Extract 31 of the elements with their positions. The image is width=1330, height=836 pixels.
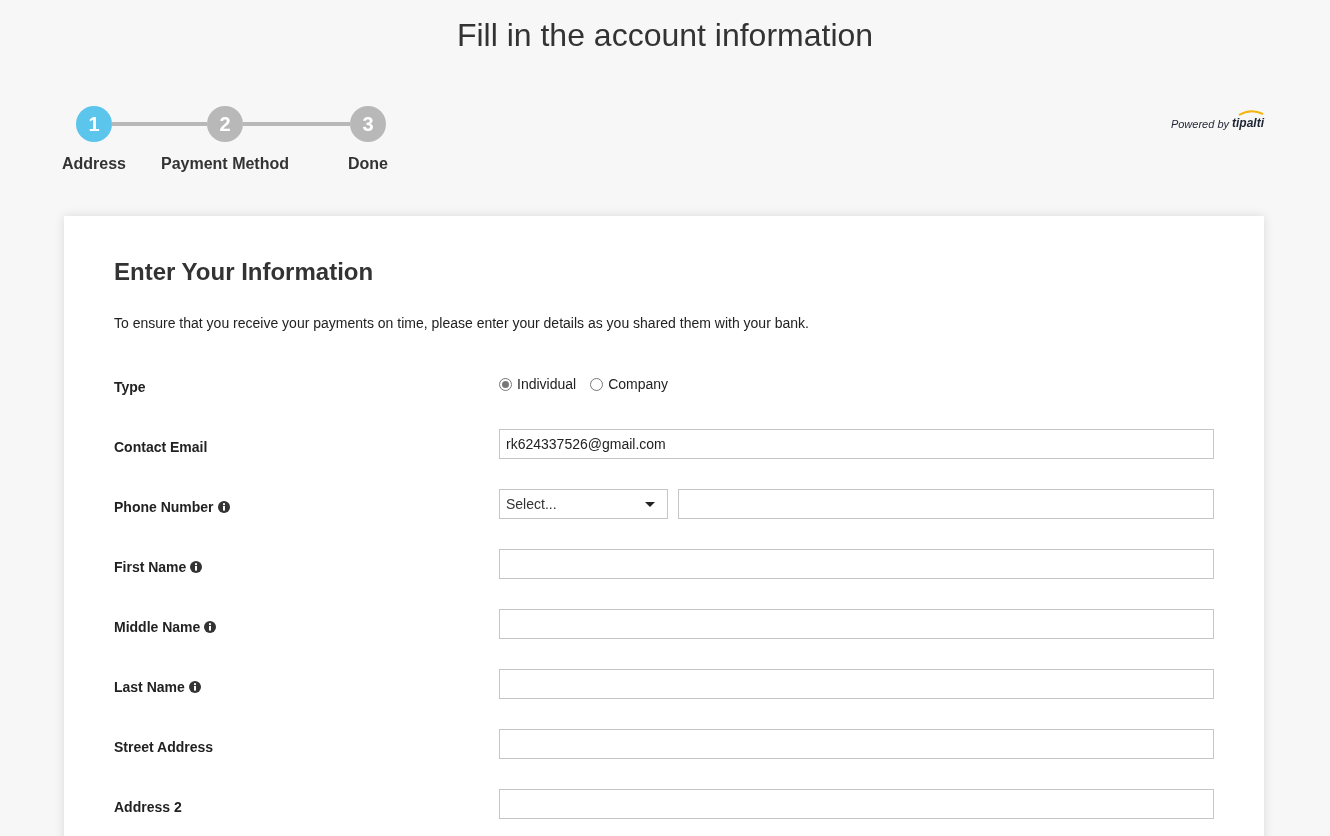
text-field[interactable] (499, 729, 1214, 760)
step-label: Payment Method (161, 154, 289, 175)
field-label: Contact Email (114, 437, 208, 457)
form-heading: Enter Your Information (114, 258, 375, 288)
info-icon[interactable] (204, 621, 217, 634)
field-label: Type (114, 377, 146, 397)
text-field[interactable] (499, 669, 1214, 700)
field-label: Phone Number (114, 497, 214, 517)
caret-icon (645, 501, 655, 507)
step-label: Done (348, 154, 388, 175)
radio-option[interactable]: Individual (499, 373, 577, 395)
info-icon[interactable] (217, 501, 230, 514)
field-label: Middle Name (114, 617, 201, 637)
field-label: First Name (114, 557, 187, 577)
page-title: Fill in the account information (455, 16, 875, 55)
powered-by-text: Powered by (1170, 116, 1229, 132)
field-label: Address 2 (114, 797, 182, 817)
text-field[interactable]: rk624337526@gmail.com (499, 429, 1214, 460)
radio-option[interactable]: Company (590, 373, 669, 395)
brand-logo: tipalti (1232, 110, 1264, 133)
field-label: Street Address (114, 737, 214, 757)
field-label: Last Name (114, 677, 185, 697)
step-label: Address (62, 154, 126, 175)
form-intro: To ensure that you receive your payments on time, please enter your details as you shared them with your bank. (114, 314, 810, 334)
text-field[interactable] (499, 609, 1214, 640)
phone-field[interactable] (678, 489, 1214, 520)
info-icon[interactable] (190, 561, 203, 574)
text-field[interactable] (499, 549, 1214, 580)
text-field[interactable] (499, 789, 1214, 820)
country-code-dropdown[interactable]: Select... (499, 489, 668, 520)
info-icon[interactable] (188, 681, 201, 694)
